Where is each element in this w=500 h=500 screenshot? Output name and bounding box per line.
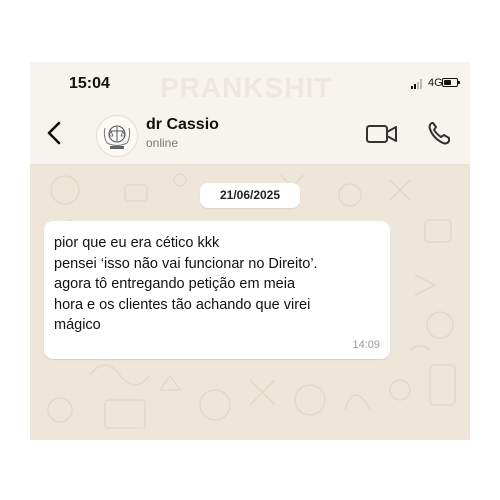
law-emblem-icon [103,125,131,149]
chat-header: dr Cassio online [30,106,470,165]
message-line: pior que eu era cético kkk [54,235,220,251]
contact-presence: online [146,136,179,150]
watermark: PRANKSHIT [160,72,333,103]
chat-screen: 15:04 PRANKSHIT 4G dr Cassio online 21/0… [30,62,470,440]
battery-level [444,80,451,85]
message-time: 14:09 [352,339,380,351]
signal-icon [411,79,422,89]
contact-name[interactable]: dr Cassio [146,116,219,134]
battery-tip [458,81,460,84]
message-line: mágico [54,317,101,334]
message-line: hora e os clientes tão achando que virei [54,296,311,313]
phone-icon[interactable] [425,118,453,148]
video-camera-icon[interactable] [365,120,399,148]
message-text: pior que eu era cético kkk pensei ‘isso … [54,233,384,336]
message-line: agora tô entregando petição em meia [54,276,296,293]
avatar[interactable] [96,115,138,157]
message-line: pensei ‘isso não vai funcionar no Direit… [54,255,318,272]
status-time: 15:04 [69,75,110,92]
chat-area: 21/06/2025 pior que eu era cético kkk pe… [30,165,470,440]
date-chip: 21/06/2025 [200,183,300,208]
battery-icon [442,78,460,87]
status-bar: 15:04 PRANKSHIT 4G [30,62,470,106]
chevron-left-icon[interactable] [42,118,66,148]
network-type: 4G [428,77,443,89]
incoming-message-bubble[interactable]: pior que eu era cético kkk pensei ‘isso … [44,221,390,359]
